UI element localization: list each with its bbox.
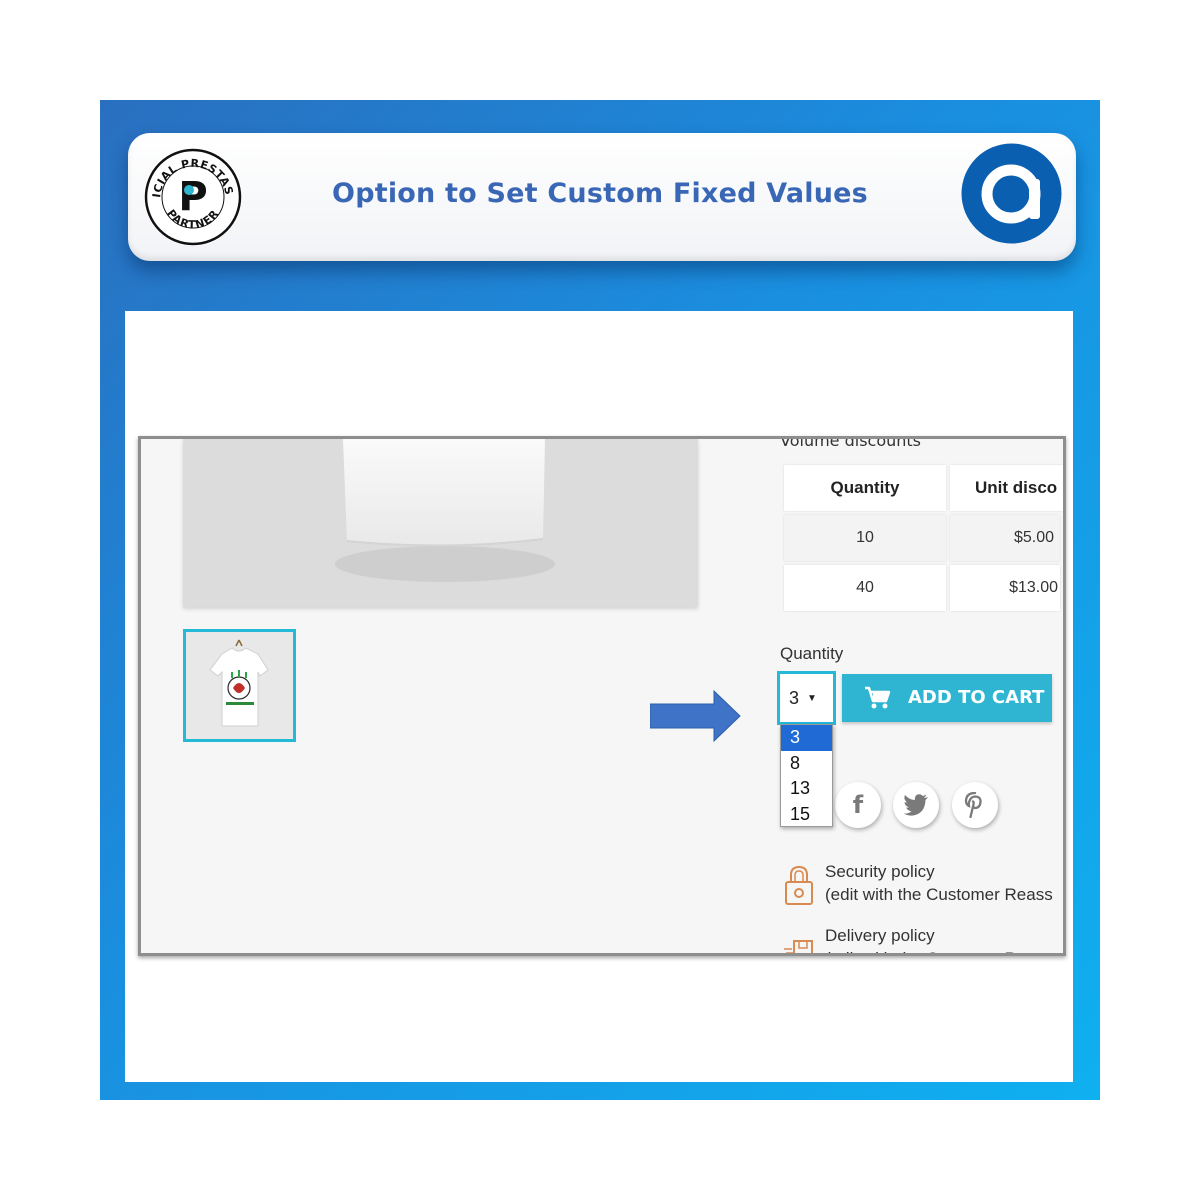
facebook-icon: f xyxy=(852,791,864,819)
discount-header-unit-discount: Unit disco xyxy=(950,465,1063,511)
twitter-share-button[interactable] xyxy=(893,782,939,828)
brand-logo-icon xyxy=(961,143,1062,244)
quantity-option[interactable]: 8 xyxy=(781,751,832,777)
discount-header-quantity: Quantity xyxy=(784,465,946,511)
pinterest-icon xyxy=(964,792,982,818)
lock-icon xyxy=(784,865,814,905)
badge-letter: P xyxy=(178,174,207,220)
truck-icon xyxy=(784,931,814,953)
cart-icon xyxy=(864,685,892,711)
quantity-option[interactable]: 3 xyxy=(781,725,832,751)
discount-row-1-value: $5.00 xyxy=(950,515,1060,561)
quantity-option[interactable]: 13 xyxy=(781,776,832,802)
quantity-option[interactable]: 15 xyxy=(781,802,832,828)
banner-title: Option to Set Custom Fixed Values xyxy=(332,178,868,209)
product-thumbnail[interactable] xyxy=(183,629,296,742)
arrow-right-icon xyxy=(649,689,742,743)
facebook-share-button[interactable]: f xyxy=(835,782,881,828)
quantity-select[interactable]: 3 ▼ xyxy=(777,671,836,725)
discount-row-1-quantity: 10 xyxy=(784,515,946,561)
quantity-selected-value: 3 xyxy=(789,687,800,708)
add-to-cart-label: ADD TO CART xyxy=(908,687,1045,708)
chevron-down-icon: ▼ xyxy=(807,692,817,704)
product-main-image xyxy=(183,439,698,607)
security-policy: Security policy (edit with the Customer … xyxy=(825,860,1053,906)
quantity-label: Quantity xyxy=(780,644,844,663)
delivery-policy-subtitle: (edit with the Customer Reas xyxy=(825,947,1044,953)
add-to-cart-button[interactable]: ADD TO CART xyxy=(842,674,1052,722)
prestashop-partner-badge: OFFICIAL PRESTASHOP PARTNER P xyxy=(139,138,242,246)
security-policy-subtitle: (edit with the Customer Reass xyxy=(825,885,1053,904)
twitter-icon xyxy=(903,794,928,816)
volume-discounts-label: Volume discounts xyxy=(780,436,922,450)
pinterest-share-button[interactable] xyxy=(952,782,998,828)
product-page-screenshot: Volume discounts Quantity Unit disco 10 … xyxy=(138,436,1066,956)
discount-row-2-quantity: 40 xyxy=(784,565,946,611)
delivery-policy: Delivery policy (edit with the Customer … xyxy=(825,924,1044,953)
quantity-dropdown[interactable]: 3 8 13 15 xyxy=(780,724,833,827)
discount-row-2-value: $13.00 xyxy=(950,565,1060,611)
delivery-policy-title: Delivery policy xyxy=(825,926,935,945)
security-policy-title: Security policy xyxy=(825,862,935,881)
